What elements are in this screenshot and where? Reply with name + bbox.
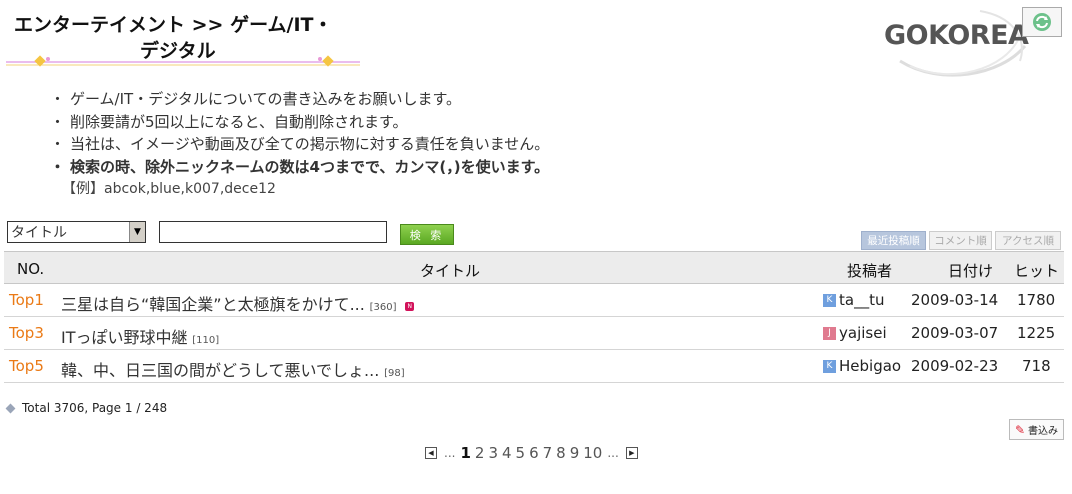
write-post-button[interactable]: ✎ 書込み [1009,419,1064,440]
search-input[interactable] [159,221,387,243]
page-link-7[interactable]: 7 [543,444,553,462]
gokorea-logo[interactable]: GOKOREA [880,6,1030,84]
page-link-3[interactable]: 3 [488,444,498,462]
page-link-10[interactable]: 10 [583,444,602,462]
page-link-2[interactable]: 2 [475,444,485,462]
post-title-link[interactable]: 三星は自ら“韓国企業”と太極旗をかけて... [61,295,365,314]
header-hits: ヒット [1014,262,1060,280]
notice-example: 【例】abcok,blue,k007,dece12 [62,181,276,197]
page-link-4[interactable]: 4 [502,444,512,462]
sort-tab-access[interactable]: アクセス順 [995,231,1061,250]
post-title-link[interactable]: ITっぽい野球中継 [61,328,188,347]
notice-item: ・削除要請が5回以上になると、自動削除されます。 [50,112,408,131]
refresh-button[interactable] [1022,7,1062,37]
pager-dots-left: ... [444,446,456,460]
header-date: 日付け [948,262,994,280]
next-page-icon[interactable]: ▶ [625,447,638,459]
post-author[interactable]: K ta__tu [823,291,884,309]
page-link-5[interactable]: 5 [516,444,526,462]
board-title-path: エンターテイメント >> ゲーム/IT・ [14,14,333,36]
comment-count: [98] [384,368,405,379]
dropdown-arrow-icon[interactable]: ▼ [129,222,145,242]
sort-tabs: 最近投稿順 コメント順 アクセス順 [861,231,1061,250]
refresh-icon [1033,13,1051,31]
country-badge-icon: J [823,326,836,340]
page-link-9[interactable]: 9 [570,444,580,462]
title-decoration-line [6,55,360,67]
page-link-6[interactable]: 6 [529,444,539,462]
post-date: 2009-02-23 [911,357,999,375]
header-title: タイトル [420,262,481,280]
table-row[interactable]: Top5 韓、中、日三国の間がどうして悪いでしょ... [98] K Hebig… [4,350,1064,383]
search-button[interactable]: 検 索 [400,224,454,245]
pagination: ◀ ... 1 2 3 4 5 6 7 8 9 10 ... ▶ [421,444,642,462]
notice-item: ・ゲーム/IT・デジタルについての書き込みをお願いします。 [50,90,461,108]
post-title-link[interactable]: 韓、中、日三国の間がどうして悪いでしょ... [61,361,379,380]
page-link-8[interactable]: 8 [556,444,566,462]
post-author[interactable]: J yajisei [823,324,887,342]
post-date: 2009-03-07 [911,324,999,342]
board-notice: ・ゲーム/IT・デジタルについての書き込みをお願いします。 ・削除要請が5回以上… [50,88,549,201]
country-badge-icon: K [823,293,836,307]
comment-count: [110] [192,335,220,346]
post-title-cell[interactable]: ITっぽい野球中継 [110] [61,324,219,348]
post-table: NO. タイトル 投稿者 日付け ヒット Top1 三星は自ら“韓国企業”と太極… [4,251,1064,383]
post-hits: 718 [1022,357,1051,375]
sort-tab-recent[interactable]: 最近投稿順 [861,231,926,250]
header-author: 投稿者 [847,262,893,280]
post-rank: Top1 [9,291,44,309]
new-badge-icon: N [405,302,415,311]
table-header: NO. タイトル 投稿者 日付け ヒット [4,252,1064,284]
post-date: 2009-03-14 [911,291,999,309]
post-hits: 1225 [1017,324,1056,342]
table-row[interactable]: Top3 ITっぽい野球中継 [110] J yajisei 2009-03-0… [4,317,1064,350]
post-title-cell[interactable]: 三星は自ら“韓国企業”と太極旗をかけて... [360] N [61,291,415,315]
page-link-1[interactable]: 1 [460,444,470,462]
diamond-bullet-icon [5,403,16,413]
table-row[interactable]: Top1 三星は自ら“韓国企業”と太極旗をかけて... [360] N K ta… [4,284,1064,317]
pencil-icon: ✎ [1014,422,1026,437]
post-hits: 1780 [1017,291,1056,309]
notice-item: ・当社は、イメージや動画及び全ての掲示物に対する責任を負いません。 [50,135,550,153]
sort-tab-comments[interactable]: コメント順 [929,231,992,250]
country-badge-icon: K [823,359,836,373]
comment-count: [360] [369,302,397,313]
search-field-select[interactable]: タイトル ▼ [7,221,146,243]
post-title-cell[interactable]: 韓、中、日三国の間がどうして悪いでしょ... [98] [61,357,405,381]
post-rank: Top3 [9,324,44,342]
post-author[interactable]: K Hebigao [823,357,901,375]
logo-text: GOKOREA [884,20,1029,51]
post-rank: Top5 [9,357,44,375]
total-count: Total 3706, Page 1 / 248 [5,401,167,415]
prev-page-icon[interactable]: ◀ [425,447,437,459]
header-no: NO. [17,260,45,278]
pager-dots-right: ... [607,446,619,460]
notice-item: ・検索の時、除外ニックネームの数は4つまでで、カンマ(，)を使います。 [50,157,550,176]
